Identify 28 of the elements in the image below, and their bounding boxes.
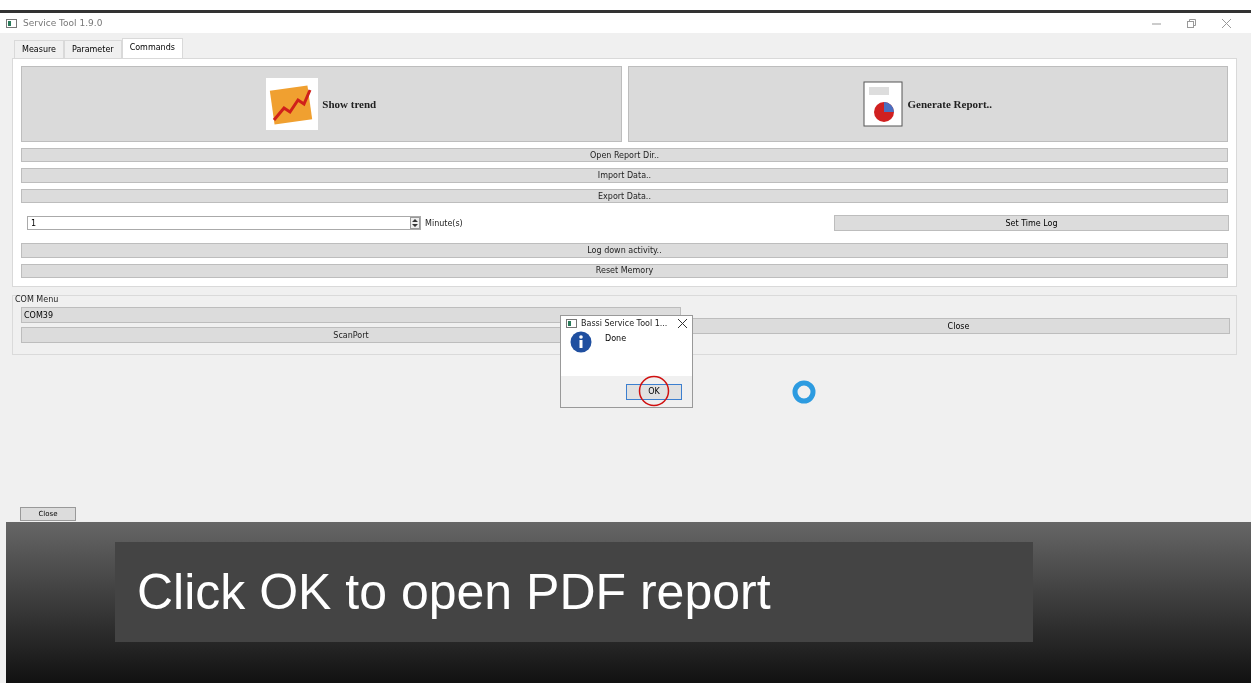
group-title: COM Menu [15,295,60,304]
app-icon [6,18,17,28]
dialog-message: Done [605,334,627,345]
highlight-circle [638,375,670,407]
command-button[interactable]: Import Data.. [21,168,1228,183]
close-icon[interactable] [678,319,687,328]
app-icon [566,319,577,328]
tab[interactable]: Parameter [64,40,122,58]
command-button[interactable]: Reset Memory [21,263,1228,279]
show-trend-button[interactable]: Show trend [21,66,622,142]
minutes-spinbox[interactable]: 1 [27,216,421,231]
info-icon [570,331,592,353]
tab[interactable]: Measure [14,40,64,58]
generate-report-button[interactable]: Generate Report.. [627,66,1228,142]
trend-chart-icon [266,78,319,130]
spin-arrows-icon[interactable] [410,217,420,230]
loading-ring-icon [792,380,816,404]
set-time-log-button[interactable]: Set Time Log [834,215,1229,232]
command-button[interactable]: Export Data.. [21,188,1228,204]
window-title: Service Tool 1.9.0 [23,18,103,28]
minutes-label: Minute(s) [425,218,463,228]
caption-text: Click OK to open PDF report [115,542,1033,642]
command-button[interactable]: Log down activity.. [21,243,1228,258]
ok-button[interactable]: OK [626,383,682,400]
tab[interactable]: Commands [121,38,183,58]
report-chart-icon [863,81,904,127]
restore-icon[interactable] [1187,18,1196,28]
command-button[interactable]: Open Report Dir.. [21,148,1228,163]
